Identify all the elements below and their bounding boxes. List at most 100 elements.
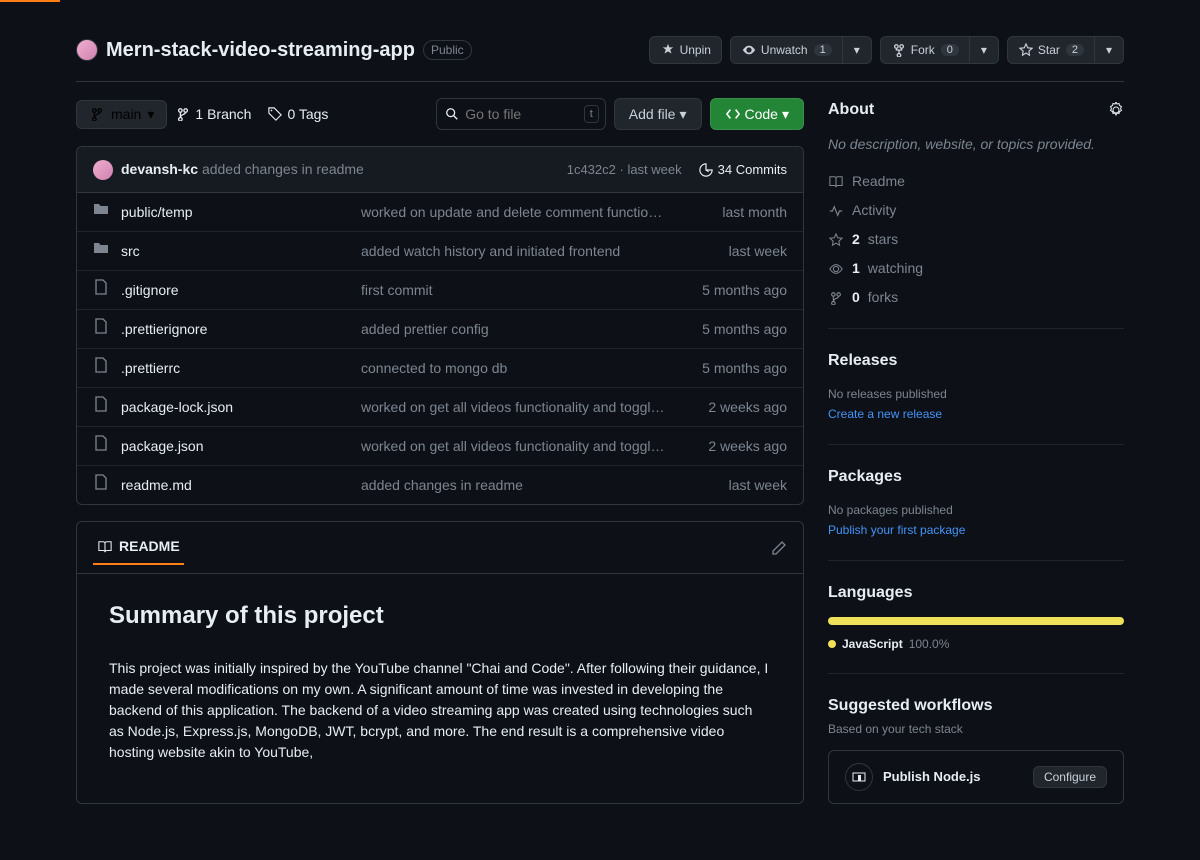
file-name[interactable]: readme.md (121, 475, 361, 496)
configure-button[interactable]: Configure (1033, 766, 1107, 788)
file-time: last week (667, 475, 787, 496)
eye-icon (741, 42, 757, 58)
tags-link[interactable]: 0 Tags (267, 104, 328, 125)
file-commit-msg[interactable]: added changes in readme (361, 475, 667, 496)
file-commit-msg[interactable]: first commit (361, 280, 667, 301)
commits-link[interactable]: 34 Commits (698, 160, 787, 180)
workflows-title: Suggested workflows (828, 694, 992, 718)
file-explorer: devansh-kc added changes in readme 1c432… (76, 146, 804, 505)
pulse-icon (828, 203, 844, 219)
file-name[interactable]: .gitignore (121, 280, 361, 301)
go-to-file[interactable]: t (436, 98, 606, 130)
author-avatar[interactable] (93, 160, 113, 180)
forks-link[interactable]: 0forks (828, 287, 1124, 308)
star-dropdown[interactable]: ▾ (1095, 36, 1124, 64)
file-icon (93, 357, 109, 379)
pin-icon (660, 42, 676, 58)
readme-tab[interactable]: README (93, 530, 184, 565)
workflows-subtitle: Based on your tech stack (828, 720, 1124, 738)
file-row[interactable]: srcadded watch history and initiated fro… (77, 232, 803, 271)
file-time: 2 weeks ago (667, 436, 787, 457)
watching-link[interactable]: 1watching (828, 258, 1124, 279)
file-time: 2 weeks ago (667, 397, 787, 418)
branches-link[interactable]: 1 Branch (175, 104, 251, 125)
commit-message[interactable]: added changes in readme (202, 161, 364, 177)
readme-heading: Summary of this project (109, 598, 771, 642)
file-name[interactable]: public/temp (121, 202, 361, 223)
book-icon (97, 539, 113, 555)
book-icon (828, 174, 844, 190)
readme-body-text: This project was initially inspired by t… (109, 658, 771, 763)
gear-icon[interactable] (1108, 102, 1124, 118)
add-file-button[interactable]: Add file ▾ (614, 98, 702, 130)
file-icon (93, 435, 109, 457)
chevron-down-icon: ▾ (782, 106, 789, 123)
file-row[interactable]: .prettierignoreadded prettier config5 mo… (77, 310, 803, 349)
language-bar (828, 617, 1124, 625)
history-icon (698, 162, 714, 178)
unwatch-button[interactable]: Unwatch 1 (730, 36, 843, 64)
branch-selector[interactable]: main ▾ (76, 100, 167, 129)
eye-icon (828, 261, 844, 277)
folder-icon (93, 240, 109, 262)
chevron-down-icon: ▾ (679, 106, 686, 123)
file-time: 5 months ago (667, 280, 787, 301)
file-time: 5 months ago (667, 358, 787, 379)
fork-dropdown[interactable]: ▾ (970, 36, 999, 64)
file-row[interactable]: package-lock.jsonworked on get all video… (77, 388, 803, 427)
create-release-link[interactable]: Create a new release (828, 407, 942, 421)
branch-icon (89, 106, 105, 122)
stars-link[interactable]: 2stars (828, 229, 1124, 250)
file-row[interactable]: public/tempworked on update and delete c… (77, 193, 803, 232)
visibility-badge: Public (423, 40, 472, 60)
file-commit-msg[interactable]: worked on update and delete comment func… (361, 202, 667, 223)
shortcut-key: t (584, 105, 599, 124)
unpin-button[interactable]: Unpin (649, 36, 722, 64)
file-commit-msg[interactable]: connected to mongo db (361, 358, 667, 379)
language-item[interactable]: JavaScript 100.0% (828, 635, 1124, 653)
star-icon (828, 232, 844, 248)
file-commit-msg[interactable]: worked on get all videos functionality a… (361, 436, 667, 457)
file-commit-msg[interactable]: worked on get all videos functionality a… (361, 397, 667, 418)
file-name[interactable]: .prettierignore (121, 319, 361, 340)
repo-name[interactable]: Mern-stack-video-streaming-app (106, 35, 415, 65)
commit-author[interactable]: devansh-kc (121, 161, 198, 177)
file-row[interactable]: .prettierrcconnected to mongo db5 months… (77, 349, 803, 388)
workflow-card: Publish Node.js Configure (828, 750, 1124, 804)
code-button[interactable]: Code ▾ (710, 98, 805, 130)
languages-title: Languages (828, 581, 912, 605)
folder-icon (93, 201, 109, 223)
go-to-file-input[interactable] (459, 106, 597, 122)
repo-avatar[interactable] (76, 39, 98, 61)
unwatch-dropdown[interactable]: ▾ (843, 36, 872, 64)
language-dot (828, 640, 836, 648)
file-commit-msg[interactable]: added watch history and initiated fronte… (361, 241, 667, 262)
file-row[interactable]: readme.mdadded changes in readmelast wee… (77, 466, 803, 504)
file-name[interactable]: src (121, 241, 361, 262)
star-button[interactable]: Star 2 (1007, 36, 1095, 64)
about-title: About (828, 98, 874, 122)
file-icon (93, 279, 109, 301)
chevron-down-icon: ▾ (1101, 42, 1117, 58)
activity-link[interactable]: Activity (828, 200, 1124, 221)
file-name[interactable]: .prettierrc (121, 358, 361, 379)
file-name[interactable]: package-lock.json (121, 397, 361, 418)
file-time: last week (667, 241, 787, 262)
about-description: No description, website, or topics provi… (828, 134, 1124, 155)
file-time: last month (667, 202, 787, 223)
readme-link[interactable]: Readme (828, 171, 1124, 192)
fork-icon (828, 290, 844, 306)
fork-icon (891, 42, 907, 58)
file-icon (93, 396, 109, 418)
branch-icon (175, 106, 191, 122)
releases-title: Releases (828, 349, 897, 373)
publish-package-link[interactable]: Publish your first package (828, 523, 965, 537)
edit-readme-button[interactable] (771, 540, 787, 556)
code-icon (725, 106, 741, 122)
commit-hash[interactable]: 1c432c2 · last week (567, 160, 682, 180)
fork-button[interactable]: Fork 0 (880, 36, 970, 64)
file-commit-msg[interactable]: added prettier config (361, 319, 667, 340)
file-row[interactable]: package.jsonworked on get all videos fun… (77, 427, 803, 466)
file-row[interactable]: .gitignorefirst commit5 months ago (77, 271, 803, 310)
file-name[interactable]: package.json (121, 436, 361, 457)
